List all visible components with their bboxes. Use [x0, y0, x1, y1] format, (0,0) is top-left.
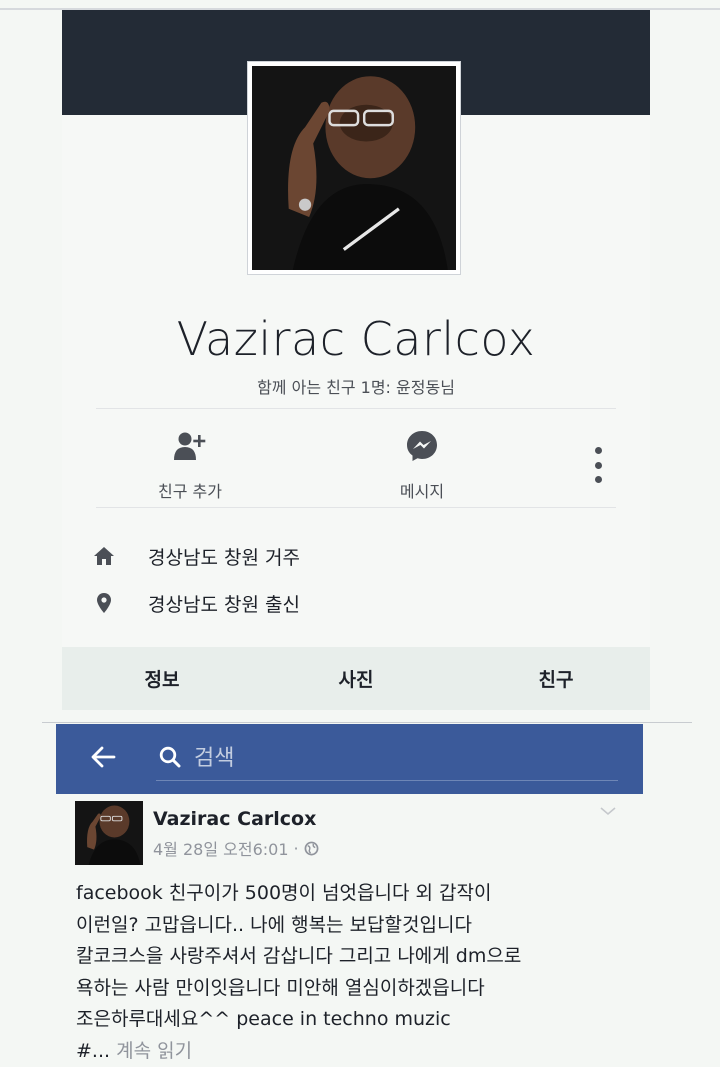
search-icon: [158, 745, 182, 769]
messenger-icon: [342, 428, 502, 464]
search-underline: [156, 780, 618, 781]
more-icon[interactable]: [584, 447, 612, 483]
back-arrow-icon[interactable]: [90, 744, 116, 770]
info-from: 경상남도 창원 출신: [92, 588, 300, 618]
search-header: 검색: [56, 724, 643, 794]
chevron-down-icon[interactable]: [598, 803, 618, 817]
add-friend-label: 친구 추가: [158, 482, 222, 501]
location-pin-icon: [92, 591, 116, 615]
home-icon: [92, 544, 116, 568]
search-input[interactable]: 검색: [194, 740, 234, 772]
post-body: facebook 친구이가 500명이 넘엇읍니다 외 갑작이 이런일? 고맙읍…: [76, 878, 656, 1067]
post-author-avatar[interactable]: [75, 801, 143, 865]
profile-picture[interactable]: [247, 61, 461, 275]
profile-tabs: 정보 사진 친구: [62, 647, 650, 710]
post-meta: 4월 28일 오전6:01 ·: [153, 836, 319, 860]
post-time[interactable]: 4월 28일 오전6:01: [153, 836, 289, 860]
meta-separator: ·: [293, 838, 299, 858]
info-lives-in: 경상남도 창원 거주: [92, 541, 300, 571]
lives-in-text: 경상남도 창원 거주: [148, 546, 300, 569]
divider: [42, 722, 692, 723]
from-text: 경상남도 창원 출신: [148, 593, 300, 616]
add-friend-button[interactable]: 친구 추가: [110, 428, 270, 502]
mutual-friends[interactable]: 함께 아는 친구 1명: 윤정동님: [62, 374, 650, 398]
tab-photos[interactable]: 사진: [286, 665, 426, 692]
tab-friends[interactable]: 친구: [486, 665, 626, 692]
message-label: 메시지: [399, 482, 445, 501]
profile-card: Vazirac Carlcox 함께 아는 친구 1명: 윤정동님 친구 추가 …: [62, 10, 650, 710]
divider: [96, 408, 616, 409]
divider: [96, 507, 616, 508]
globe-icon: [304, 841, 319, 855]
add-friend-icon: [110, 428, 270, 464]
tab-info[interactable]: 정보: [92, 665, 232, 692]
post-author-name[interactable]: Vazirac Carlcox: [153, 808, 316, 830]
message-button[interactable]: 메시지: [342, 428, 502, 502]
post-text: facebook 친구이가 500명이 넘엇읍니다 외 갑작이 이런일? 고맙읍…: [76, 882, 522, 1062]
profile-name: Vazirac Carlcox: [176, 312, 536, 366]
read-more-link[interactable]: 계속 읽기: [110, 1040, 192, 1062]
